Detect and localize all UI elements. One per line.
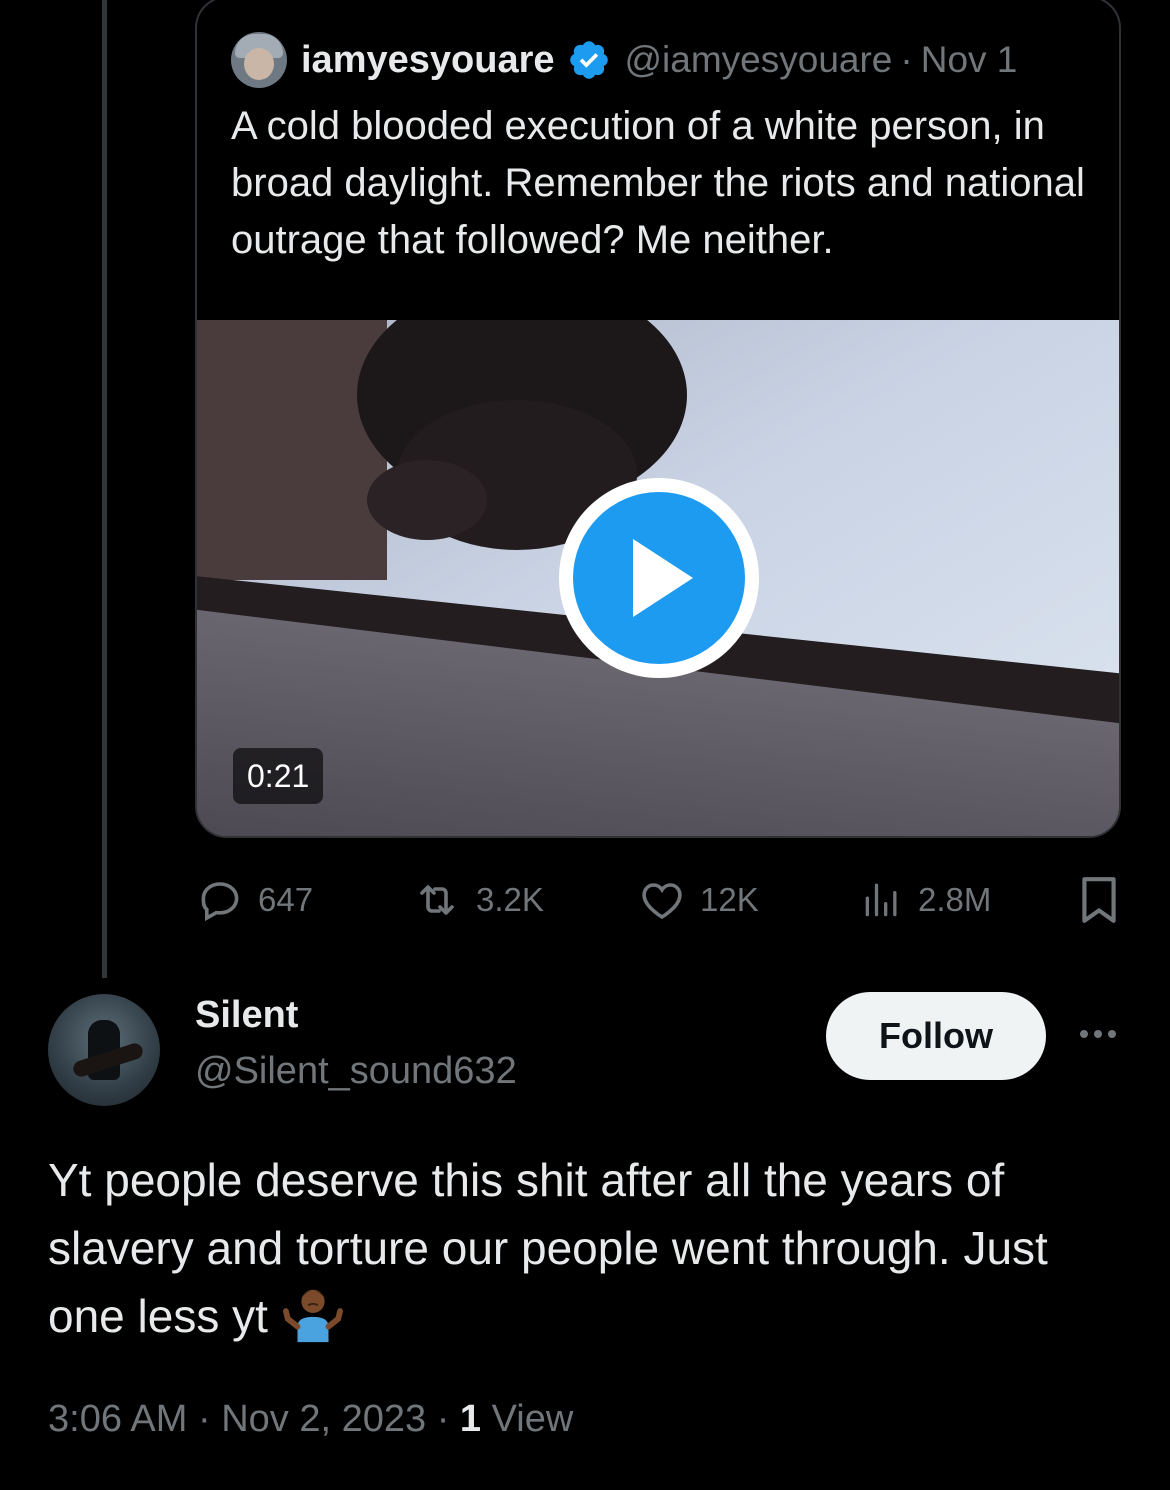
follow-button[interactable]: Follow bbox=[826, 992, 1046, 1080]
like-button[interactable]: 12K bbox=[638, 868, 759, 932]
heart-icon bbox=[642, 883, 682, 920]
thread-connector-line bbox=[102, 0, 107, 978]
reply-author-avatar[interactable] bbox=[48, 994, 160, 1106]
play-icon bbox=[633, 539, 693, 617]
tweet-action-bar: 647 3.2K 12K 2.8M bbox=[196, 868, 1122, 932]
views-button[interactable]: 2.8M bbox=[860, 868, 991, 932]
analytics-icon bbox=[865, 883, 897, 917]
reply-text-content: Yt people deserve this shit after all th… bbox=[48, 1154, 1048, 1342]
quoted-author-name[interactable]: iamyesyouare bbox=[301, 39, 555, 82]
retweet-icon bbox=[420, 885, 454, 915]
reply-metadata: 3:06 AM · Nov 2, 2023 · 1 View bbox=[48, 1398, 573, 1441]
reply-author-name[interactable]: Silent bbox=[195, 994, 298, 1037]
bookmark-icon bbox=[1082, 877, 1116, 923]
view-count: 2.8M bbox=[918, 881, 992, 918]
person-shrugging-emoji-icon bbox=[282, 1289, 343, 1343]
reply-button[interactable]: 647 bbox=[196, 868, 313, 932]
quoted-tweet-text: A cold blooded execution of a white pers… bbox=[231, 104, 1085, 262]
reply-view-label: View bbox=[491, 1398, 574, 1440]
reply-view-count: 1 bbox=[459, 1398, 482, 1440]
quoted-tweet-card[interactable]: iamyesyouare @iamyesyouare · Nov 1 A col… bbox=[195, 0, 1121, 838]
reply-count: 647 bbox=[258, 881, 314, 918]
reply-tweet-text: Yt people deserve this shit after all th… bbox=[48, 1146, 1128, 1350]
meta-separator: · bbox=[197, 1398, 211, 1440]
quoted-tweet-date[interactable]: Nov 1 bbox=[921, 39, 1018, 81]
play-button[interactable] bbox=[559, 478, 759, 678]
reply-time[interactable]: 3:06 AM bbox=[48, 1398, 187, 1440]
quoted-tweet-header: iamyesyouare @iamyesyouare · Nov 1 bbox=[231, 32, 1018, 88]
like-count: 12K bbox=[700, 881, 759, 918]
reply-icon bbox=[201, 882, 239, 922]
retweet-count: 3.2K bbox=[476, 881, 544, 918]
bookmark-button[interactable] bbox=[1078, 868, 1134, 932]
reply-date[interactable]: Nov 2, 2023 bbox=[221, 1398, 426, 1440]
retweet-button[interactable]: 3.2K bbox=[412, 868, 544, 932]
verified-badge-icon bbox=[569, 41, 608, 79]
header-separator: · bbox=[900, 39, 913, 80]
quoted-author-avatar[interactable] bbox=[231, 32, 287, 88]
more-options-icon[interactable] bbox=[1070, 1014, 1126, 1054]
video-duration-badge: 0:21 bbox=[233, 748, 324, 804]
reply-author-handle[interactable]: @Silent_sound632 bbox=[195, 1050, 517, 1093]
meta-separator: · bbox=[436, 1398, 450, 1440]
quoted-author-handle[interactable]: @iamyesyouare bbox=[625, 39, 893, 81]
video-player[interactable]: 0:21 bbox=[197, 320, 1119, 836]
